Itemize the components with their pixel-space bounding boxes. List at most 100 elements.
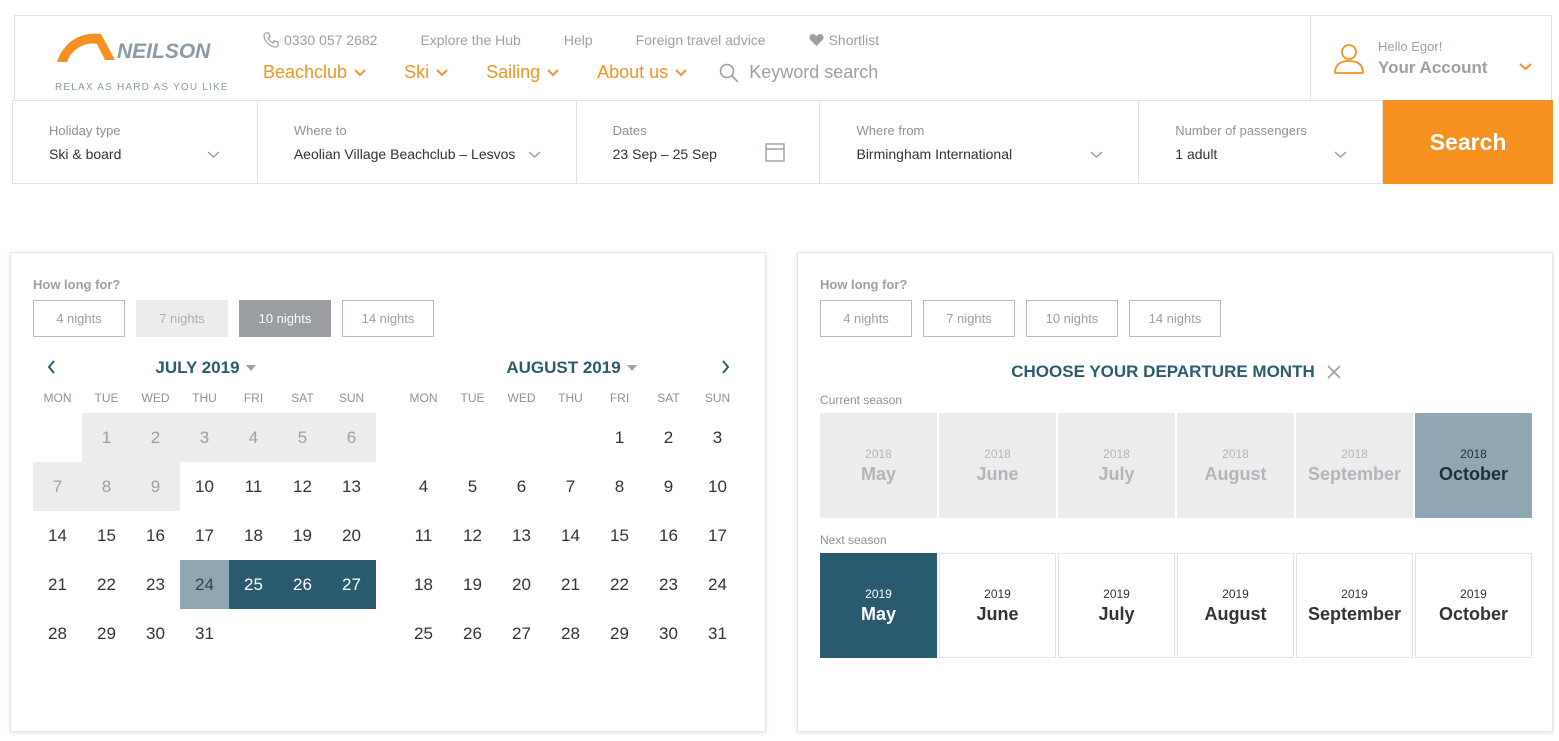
calendar-day[interactable]: 22	[82, 560, 131, 609]
calendar-day[interactable]: 24	[180, 560, 229, 609]
caret-down-icon	[245, 365, 256, 371]
month-picker-panel: How long for? 4 nights 7 nights 10 night…	[797, 252, 1553, 732]
calendar-day[interactable]: 28	[33, 609, 82, 658]
calendar-day[interactable]: 15	[595, 511, 644, 560]
calendar-day[interactable]: 14	[33, 511, 82, 560]
calendar-day[interactable]: 16	[131, 511, 180, 560]
calendar-day[interactable]: 18	[229, 511, 278, 560]
month-tile[interactable]: 2019 October	[1415, 553, 1532, 658]
calendar-day[interactable]: 9	[644, 462, 693, 511]
chevron-right-icon[interactable]	[721, 360, 730, 374]
calendar-day[interactable]: 8	[595, 462, 644, 511]
calendar-day[interactable]: 27	[327, 560, 376, 609]
month-tile[interactable]: 2018 June	[939, 413, 1056, 518]
help-link[interactable]: Help	[564, 32, 593, 48]
calendar-day[interactable]: 11	[399, 511, 448, 560]
calendar-day[interactable]: 12	[278, 462, 327, 511]
calendar-day[interactable]: 6	[497, 462, 546, 511]
calendar-day[interactable]: 3	[693, 413, 742, 462]
account-menu[interactable]: Hello Egor! Your Account	[1310, 16, 1553, 100]
calendar-day[interactable]: 23	[644, 560, 693, 609]
nights-option-4[interactable]: 4 nights	[33, 300, 125, 337]
month-tile[interactable]: 2018 September	[1296, 413, 1413, 518]
search-button[interactable]: Search	[1383, 100, 1554, 184]
foreign-travel-link[interactable]: Foreign travel advice	[636, 32, 766, 48]
calendar-day[interactable]: 23	[131, 560, 180, 609]
holiday-type-select[interactable]: Holiday type Ski & board	[12, 100, 257, 184]
calendar-day[interactable]: 21	[33, 560, 82, 609]
nav-about-label: About us	[597, 62, 669, 82]
calendar-day[interactable]: 10	[180, 462, 229, 511]
month-tile[interactable]: 2018 October	[1415, 413, 1532, 518]
calendar-day[interactable]: 17	[180, 511, 229, 560]
month-tile[interactable]: 2019 June	[939, 553, 1056, 658]
where-to-select[interactable]: Where to Aeolian Village Beachclub – Les…	[256, 100, 576, 184]
nights-option-10[interactable]: 10 nights	[1026, 300, 1118, 337]
month-tile[interactable]: 2018 July	[1058, 413, 1175, 518]
nights-option-14[interactable]: 14 nights	[342, 300, 434, 337]
month-tile[interactable]: 2019 August	[1177, 553, 1294, 658]
nights-option-14[interactable]: 14 nights	[1129, 300, 1221, 337]
calendar-day[interactable]: 13	[327, 462, 376, 511]
month-tile[interactable]: 2019 May	[820, 553, 937, 658]
nights-option-4[interactable]: 4 nights	[820, 300, 912, 337]
calendar-day[interactable]: 13	[497, 511, 546, 560]
calendar-day[interactable]: 28	[546, 609, 595, 658]
passengers-select[interactable]: Number of passengers 1 adult	[1138, 100, 1384, 184]
calendar-day[interactable]: 14	[546, 511, 595, 560]
calendar-day[interactable]: 5	[448, 462, 497, 511]
phone-link[interactable]: 0330 057 2682	[263, 32, 377, 48]
shortlist-link[interactable]: Shortlist	[809, 32, 879, 48]
nights-option-7[interactable]: 7 nights	[923, 300, 1015, 337]
calendar-day[interactable]: 20	[497, 560, 546, 609]
calendar-day[interactable]: 31	[180, 609, 229, 658]
month-title[interactable]: AUGUST 2019	[399, 353, 744, 383]
calendar-day[interactable]: 20	[327, 511, 376, 560]
calendar-day[interactable]: 19	[278, 511, 327, 560]
calendar-day[interactable]: 18	[399, 560, 448, 609]
month-title[interactable]: JULY 2019	[33, 353, 378, 383]
calendar-day[interactable]: 26	[448, 609, 497, 658]
calendar-day[interactable]: 31	[693, 609, 742, 658]
calendar-day[interactable]: 2	[644, 413, 693, 462]
calendar-day[interactable]: 11	[229, 462, 278, 511]
calendar-day[interactable]: 15	[82, 511, 131, 560]
close-icon[interactable]	[1327, 365, 1341, 379]
nav-ski[interactable]: Ski	[404, 62, 448, 83]
calendar-day[interactable]: 29	[82, 609, 131, 658]
calendar-day[interactable]: 4	[399, 462, 448, 511]
nights-option-7[interactable]: 7 nights	[136, 300, 228, 337]
calendar-day[interactable]: 24	[693, 560, 742, 609]
calendar-day[interactable]: 1	[595, 413, 644, 462]
neilson-logo[interactable]: NEILSON RELAX AS HARD AS YOU LIKE	[55, 30, 228, 93]
calendar-day[interactable]: 27	[497, 609, 546, 658]
calendar-day[interactable]: 25	[399, 609, 448, 658]
calendar-day[interactable]: 26	[278, 560, 327, 609]
month-tile[interactable]: 2019 September	[1296, 553, 1413, 658]
calendar-day[interactable]: 10	[693, 462, 742, 511]
chevron-left-icon[interactable]	[47, 360, 56, 374]
calendar-day[interactable]: 7	[546, 462, 595, 511]
weekday-label: SUN	[704, 391, 731, 405]
month-tile[interactable]: 2018 May	[820, 413, 937, 518]
calendar-day[interactable]: 30	[644, 609, 693, 658]
calendar-day[interactable]: 19	[448, 560, 497, 609]
dates-field[interactable]: Dates 23 Sep – 25 Sep	[575, 100, 820, 184]
calendar-day[interactable]: 17	[693, 511, 742, 560]
calendar-day[interactable]: 30	[131, 609, 180, 658]
explore-hub-link[interactable]: Explore the Hub	[420, 32, 520, 48]
month-tile[interactable]: 2019 July	[1058, 553, 1175, 658]
nights-option-10[interactable]: 10 nights	[239, 300, 331, 337]
calendar-day[interactable]: 21	[546, 560, 595, 609]
calendar-day[interactable]: 29	[595, 609, 644, 658]
calendar-day[interactable]: 12	[448, 511, 497, 560]
calendar-day[interactable]: 22	[595, 560, 644, 609]
month-tile[interactable]: 2018 August	[1177, 413, 1294, 518]
nav-sailing[interactable]: Sailing	[486, 62, 559, 83]
where-from-select[interactable]: Where from Birmingham International	[819, 100, 1139, 184]
nav-about-us[interactable]: About us	[597, 62, 687, 83]
calendar-day[interactable]: 16	[644, 511, 693, 560]
calendar-day[interactable]: 25	[229, 560, 278, 609]
keyword-search[interactable]: Keyword search	[719, 62, 878, 83]
nav-beachclub[interactable]: Beachclub	[263, 62, 366, 83]
